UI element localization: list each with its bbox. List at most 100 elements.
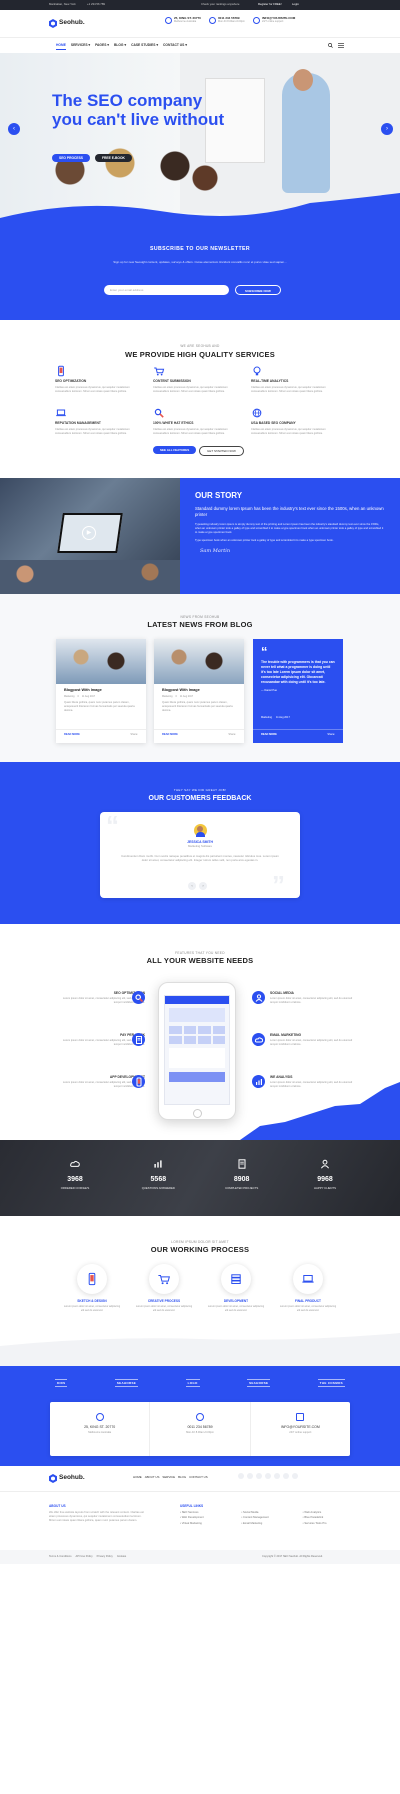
blog-comments: 0	[77, 695, 79, 699]
service-title: REPUTATION MANAGEMENT	[55, 421, 101, 426]
play-icon[interactable]: ▶	[82, 526, 96, 540]
partner-logo[interactable]: SEAHORSE	[114, 1379, 139, 1388]
read-more-link[interactable]: READ MORE	[162, 733, 178, 737]
linkedin-icon[interactable]	[274, 1473, 280, 1479]
footer-bottom-link[interactable]: Privacy Policy	[97, 1555, 113, 1559]
partner-logo[interactable]: THE COSMOS	[317, 1379, 345, 1388]
footer-nav-home[interactable]: HOME	[133, 1475, 142, 1480]
read-more-link[interactable]: READ MORE	[64, 733, 80, 737]
blog-title[interactable]: Blogpost With Image	[64, 688, 138, 693]
search-icon[interactable]	[328, 43, 333, 49]
pinterest-icon[interactable]	[265, 1473, 271, 1479]
headset-icon	[195, 1413, 204, 1421]
contact-title: INFO@YOURSITE.COM	[280, 1425, 320, 1429]
globe-icon	[251, 408, 263, 420]
quote-text: The trouble with programmers is that you…	[261, 660, 335, 684]
top-bar: Manhattan, New York +1 234 56 789 Check …	[0, 0, 400, 10]
get-started-button[interactable]: GET STARTED NOW	[199, 446, 244, 457]
nav-home[interactable]: HOME	[56, 43, 66, 51]
instagram-icon[interactable]	[283, 1473, 289, 1479]
nav-blog[interactable]: BLOG ▾	[114, 43, 126, 50]
contact-sub: Melbourne Australia	[88, 1430, 112, 1434]
partner-logo[interactable]: SEAHORSE	[247, 1379, 271, 1388]
service-item[interactable]: USA BASED SEO COMPANY Claritas est etiam …	[251, 407, 336, 435]
laptop-icon	[55, 409, 67, 420]
footer-nav-contact-us[interactable]: CONTACT US	[189, 1475, 208, 1480]
hexagon-logo-icon	[49, 1474, 57, 1483]
newsletter-email-input[interactable]: Enter your email address	[104, 285, 229, 295]
service-item[interactable]: REAL-TIME ANALYTICS Claritas est etiam pr…	[251, 365, 336, 393]
blog-card: Blogpost With Image Marketing 0 11 Aug 2017…	[56, 639, 146, 743]
twitter-icon[interactable]	[247, 1473, 253, 1479]
slider-prev-arrow[interactable]: ‹	[8, 123, 20, 135]
stat-item: 5568 QUESTIONS ANSWERED	[123, 1158, 193, 1191]
footer-about-title: ABOUT US	[49, 1504, 66, 1508]
laptop-icon	[293, 1264, 323, 1294]
story-paragraph-2: Type specimen book when an unknown print…	[195, 538, 334, 542]
footer-link[interactable]: • Virtual Marketing	[180, 1522, 237, 1526]
subscribe-button[interactable]: SUBSCRIBE NOW	[235, 285, 281, 295]
quote-read-more-link[interactable]: READ MORE	[261, 733, 277, 737]
nav-services[interactable]: SERVICES ▾	[71, 43, 90, 50]
footer-link[interactable]: • Blue Paradelink	[303, 1516, 360, 1520]
rss-icon[interactable]	[292, 1473, 298, 1479]
chart-icon	[123, 1158, 193, 1171]
menu-icon[interactable]	[338, 43, 344, 49]
service-item[interactable]: CONTENT SUBMISSION Claritas est etiam pro…	[153, 365, 238, 393]
footer-link[interactable]: • Social Media	[241, 1511, 298, 1515]
footer-logo[interactable]: Seohub.	[49, 1474, 85, 1483]
story-panel: OUR STORY Standard dummy lorem Ipsum has…	[180, 478, 400, 594]
footer-link[interactable]: • Content Management	[241, 1516, 298, 1520]
footer-link[interactable]: • Web Analytics	[303, 1511, 360, 1515]
footer-nav-service[interactable]: SERVICE	[162, 1475, 175, 1480]
footer-about-text: We offer free website layouts from scrat…	[49, 1511, 144, 1523]
feature-item: EMAIL MARKETING Lorem ipsum dolor sit ame…	[270, 1033, 355, 1047]
feature-title: EMAIL MARKETING	[270, 1033, 302, 1037]
service-item[interactable]: SEO OPTIMIZATION Claritas est etiam proce…	[55, 365, 140, 393]
facebook-icon[interactable]	[238, 1473, 244, 1479]
footer-link[interactable]: • Services Tools Pro	[303, 1522, 360, 1526]
process-step-title: FINAL PRODUCT	[295, 1299, 321, 1303]
quote-category: Marketing	[261, 716, 272, 719]
footer-bottom-link[interactable]: API Use Policy	[76, 1555, 93, 1559]
partner-logo[interactable]: KIDS	[55, 1379, 68, 1388]
process-step: FINAL PRODUCT Lorem ipsum dolor sit amet,…	[278, 1264, 338, 1313]
nav-contact-us[interactable]: CONTACT US ▾	[163, 43, 187, 50]
stat-value: 3968	[67, 1176, 83, 1184]
service-item[interactable]: 100% WHITE HAT ETHICS Claritas est etiam …	[153, 407, 238, 435]
blog-excerpt: Quam littera gothica, quam nunc putamus …	[162, 701, 233, 712]
seo-process-button[interactable]: SEO PROCESS	[52, 154, 91, 163]
footer-link[interactable]: • SEO Services	[180, 1511, 237, 1515]
process-step: SKETCH & DESIGN Lorem ipsum dolor sit ame…	[62, 1264, 122, 1313]
footer-nav-about-us[interactable]: ABOUT US	[145, 1475, 160, 1480]
footer-nav-blog[interactable]: BLOG	[178, 1475, 186, 1480]
footer-link[interactable]: • Web Development	[180, 1516, 237, 1520]
logo[interactable]: Seohub.	[49, 19, 85, 28]
partner-logo[interactable]: LOGO	[185, 1379, 200, 1388]
footer-links-title: USEFUL LINKS	[180, 1504, 204, 1508]
testimonial-prev-button[interactable]: ‹	[188, 882, 196, 890]
see-all-features-button[interactable]: SEE ALL FEATURES	[153, 446, 197, 455]
testimonial-next-button[interactable]: ›	[199, 882, 207, 890]
blog-title[interactable]: Blogpost With Image	[162, 688, 236, 693]
stat-label: COMPLETED PROJECTS	[225, 1185, 259, 1190]
free-ebook-button[interactable]: FREE E-BOOK	[95, 154, 132, 163]
blog-card: Blogpost With Image Marketing 0 11 Aug 2017…	[154, 639, 244, 743]
service-desc: Claritas est etiam processus dynamicus, …	[55, 385, 130, 393]
testimonial-text: Condimentum Dam morbi. Cum sociis natoqu…	[121, 854, 279, 863]
nav-case-studies[interactable]: CASE STUDIES ▾	[131, 43, 158, 50]
footer-bottom-link[interactable]: Terms & Conditions	[49, 1555, 72, 1559]
service-desc: Claritas est etiam processus dynamicus, …	[55, 427, 130, 435]
location-text: Manhattan, New York	[49, 2, 76, 6]
nav-pages[interactable]: PAGES ▾	[95, 43, 109, 50]
service-item[interactable]: REPUTATION MANAGEMENT Claritas est etiam …	[55, 407, 140, 435]
server-icon	[221, 1264, 251, 1294]
story-section: ▶ OUR STORY Standard dummy lorem Ipsum h…	[0, 478, 400, 594]
slider-next-arrow[interactable]: ›	[381, 123, 393, 135]
google-plus-icon[interactable]	[256, 1473, 262, 1479]
feature-desc: Lorem ipsum dolor sit amet, consectetur …	[270, 1039, 353, 1047]
footer-bottom-link[interactable]: Cookies	[117, 1555, 126, 1559]
register-link[interactable]: Register for FREE!	[258, 2, 281, 7]
login-link[interactable]: Login	[292, 2, 299, 7]
footer-link[interactable]: • Email Marketing	[241, 1522, 298, 1526]
